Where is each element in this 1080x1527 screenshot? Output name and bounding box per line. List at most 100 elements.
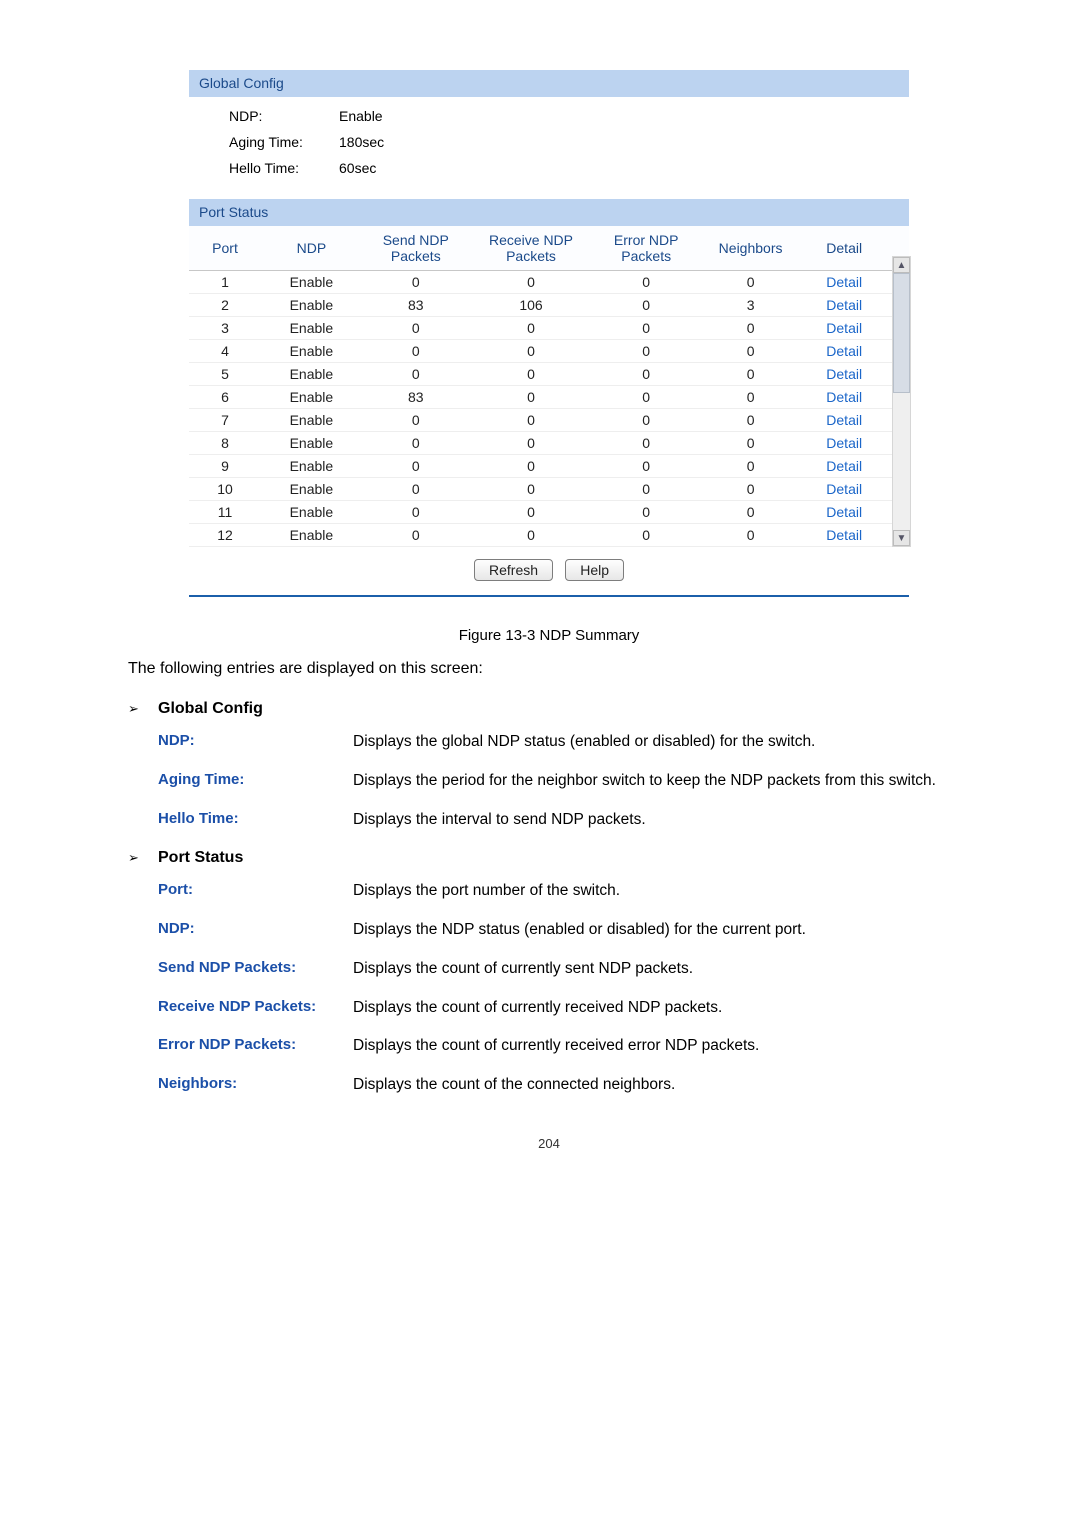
table-row: 2Enable8310603Detail <box>189 294 909 317</box>
cell-err: 0 <box>592 432 700 455</box>
col-ndp: NDP <box>261 226 362 271</box>
global-row-aging: Aging Time: 180sec <box>229 129 909 155</box>
scrollbar-thumb[interactable] <box>893 273 910 393</box>
port-status-header: Port Status <box>189 199 909 226</box>
definition-term: Neighbors: <box>158 1075 353 1096</box>
defs-global: NDP:Displays the global NDP status (enab… <box>158 732 970 831</box>
global-row-ndp: NDP: Enable <box>229 103 909 129</box>
definition-row: Receive NDP Packets:Displays the count o… <box>158 998 970 1019</box>
cell-recv: 0 <box>470 524 592 547</box>
cell-err: 0 <box>592 501 700 524</box>
col-neigh: Neighbors <box>700 226 801 271</box>
detail-link[interactable]: Detail <box>826 458 862 474</box>
cell-neigh: 0 <box>700 363 801 386</box>
page-number: 204 <box>128 1136 970 1151</box>
cell-port: 5 <box>189 363 261 386</box>
cell-err: 0 <box>592 524 700 547</box>
detail-link[interactable]: Detail <box>826 343 862 359</box>
cell-err: 0 <box>592 478 700 501</box>
cell-err: 0 <box>592 409 700 432</box>
cell-err: 0 <box>592 455 700 478</box>
definition-description: Displays the period for the neighbor swi… <box>353 771 970 792</box>
definition-term: Error NDP Packets: <box>158 1036 353 1057</box>
cell-send: 0 <box>362 271 470 294</box>
cell-neigh: 0 <box>700 524 801 547</box>
detail-link[interactable]: Detail <box>826 412 862 428</box>
detail-link[interactable]: Detail <box>826 297 862 313</box>
definition-row: NDP:Displays the global NDP status (enab… <box>158 732 970 753</box>
definition-term: NDP: <box>158 920 353 941</box>
cell-send: 83 <box>362 386 470 409</box>
global-config-rows: NDP: Enable Aging Time: 180sec Hello Tim… <box>189 97 909 199</box>
cell-recv: 0 <box>470 340 592 363</box>
definition-term: Aging Time: <box>158 771 353 792</box>
cell-err: 0 <box>592 386 700 409</box>
cell-port: 3 <box>189 317 261 340</box>
definition-description: Displays the port number of the switch. <box>353 881 970 902</box>
value-hello: 60sec <box>339 160 376 176</box>
detail-link[interactable]: Detail <box>826 389 862 405</box>
cell-port: 12 <box>189 524 261 547</box>
refresh-button[interactable]: Refresh <box>474 559 553 581</box>
cell-port: 1 <box>189 271 261 294</box>
cell-recv: 0 <box>470 363 592 386</box>
definition-row: Aging Time:Displays the period for the n… <box>158 771 970 792</box>
cell-err: 0 <box>592 271 700 294</box>
table-row: 11Enable0000Detail <box>189 501 909 524</box>
definition-row: Port:Displays the port number of the swi… <box>158 881 970 902</box>
cell-recv: 0 <box>470 432 592 455</box>
cell-send: 0 <box>362 501 470 524</box>
cell-ndp: Enable <box>261 409 362 432</box>
cell-port: 10 <box>189 478 261 501</box>
table-row: 12Enable0000Detail <box>189 524 909 547</box>
definition-term: Send NDP Packets: <box>158 959 353 980</box>
definition-description: Displays the count of currently received… <box>353 1036 970 1057</box>
cell-recv: 0 <box>470 478 592 501</box>
help-button[interactable]: Help <box>565 559 624 581</box>
cell-send: 0 <box>362 317 470 340</box>
definition-description: Displays the global NDP status (enabled … <box>353 732 970 753</box>
definition-row: Hello Time:Displays the interval to send… <box>158 810 970 831</box>
cell-port: 2 <box>189 294 261 317</box>
definition-description: Displays the interval to send NDP packet… <box>353 810 970 831</box>
bullet-icon: ➢ <box>128 701 158 717</box>
definition-row: Send NDP Packets:Displays the count of c… <box>158 959 970 980</box>
bullet-label-port: Port Status <box>158 849 243 867</box>
label-ndp: NDP: <box>229 108 339 124</box>
table-row: 1Enable0000Detail <box>189 271 909 294</box>
table-row: 5Enable0000Detail <box>189 363 909 386</box>
detail-link[interactable]: Detail <box>826 481 862 497</box>
detail-link[interactable]: Detail <box>826 274 862 290</box>
definition-row: Neighbors:Displays the count of the conn… <box>158 1075 970 1096</box>
bullet-port-status: ➢ Port Status <box>128 849 970 867</box>
defs-port: Port:Displays the port number of the swi… <box>158 881 970 1097</box>
cell-ndp: Enable <box>261 455 362 478</box>
scroll-down-icon[interactable]: ▼ <box>893 530 910 546</box>
table-row: 7Enable0000Detail <box>189 409 909 432</box>
detail-link[interactable]: Detail <box>826 366 862 382</box>
cell-neigh: 0 <box>700 317 801 340</box>
global-config-header: Global Config <box>189 70 909 97</box>
table-row: 8Enable0000Detail <box>189 432 909 455</box>
scroll-up-icon[interactable]: ▲ <box>893 257 910 273</box>
cell-send: 0 <box>362 340 470 363</box>
cell-neigh: 0 <box>700 386 801 409</box>
detail-link[interactable]: Detail <box>826 435 862 451</box>
definition-term: NDP: <box>158 732 353 753</box>
definition-row: Error NDP Packets:Displays the count of … <box>158 1036 970 1057</box>
cell-recv: 106 <box>470 294 592 317</box>
cell-ndp: Enable <box>261 386 362 409</box>
port-status-table: Port NDP Send NDP Packets Receive NDP Pa… <box>189 226 909 547</box>
scrollbar-track[interactable]: ▲ ▼ <box>892 256 911 547</box>
cell-err: 0 <box>592 340 700 363</box>
cell-recv: 0 <box>470 386 592 409</box>
cell-ndp: Enable <box>261 271 362 294</box>
cell-neigh: 0 <box>700 409 801 432</box>
detail-link[interactable]: Detail <box>826 504 862 520</box>
definition-description: Displays the NDP status (enabled or disa… <box>353 920 970 941</box>
detail-link[interactable]: Detail <box>826 527 862 543</box>
detail-link[interactable]: Detail <box>826 320 862 336</box>
cell-send: 0 <box>362 409 470 432</box>
cell-ndp: Enable <box>261 294 362 317</box>
cell-send: 0 <box>362 455 470 478</box>
